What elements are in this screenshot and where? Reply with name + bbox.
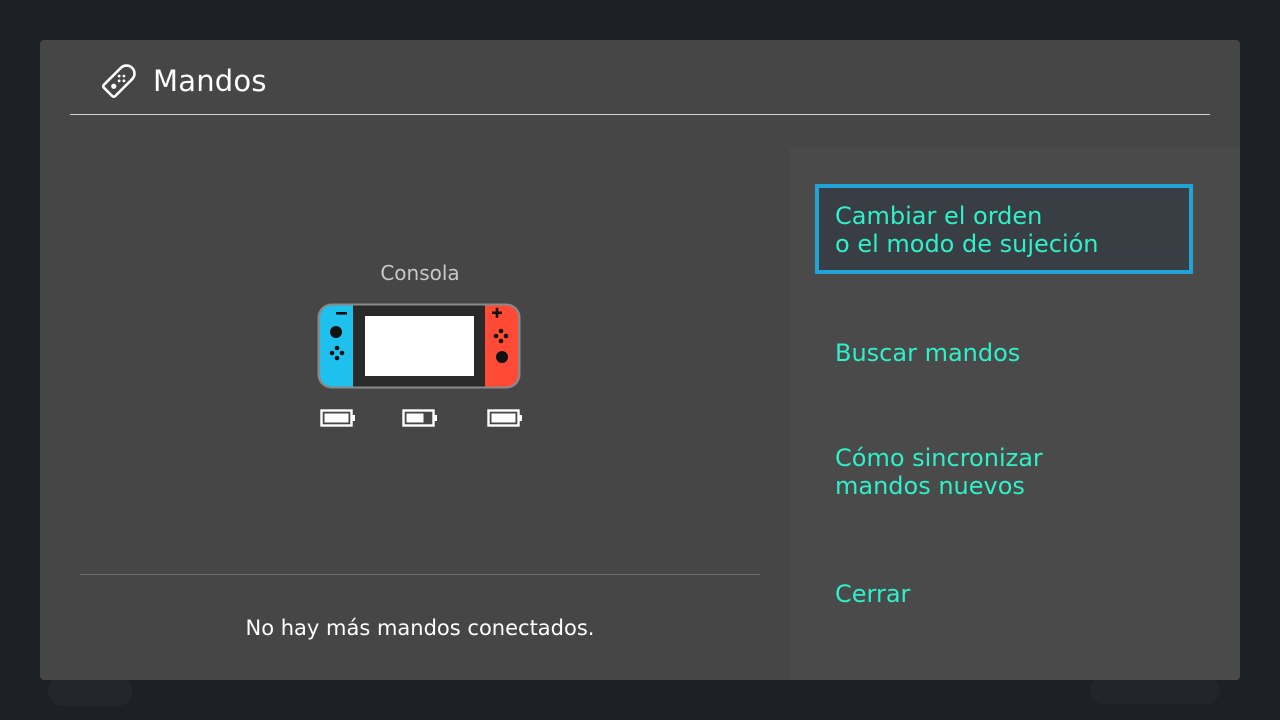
console-screen xyxy=(365,316,474,376)
background-hint-left xyxy=(48,676,132,706)
right-joycon xyxy=(485,305,518,387)
change-grip-order-button[interactable]: Cambiar el orden o el modo de sujeción xyxy=(815,184,1193,274)
menu-item-label: mandos nuevos xyxy=(835,472,1025,500)
menu-item-label: Cerrar xyxy=(835,580,911,608)
menu-item-label: Cambiar el orden xyxy=(835,202,1043,230)
options-menu: Cambiar el orden o el modo de sujeción B… xyxy=(790,148,1240,680)
menu-item-label: Cómo sincronizar xyxy=(835,444,1043,472)
joycon-icon xyxy=(96,60,140,104)
battery-left-icon xyxy=(320,409,355,427)
dialog-header: Mandos xyxy=(70,40,1210,115)
status-message: No hay más mandos conectados. xyxy=(245,616,595,640)
battery-right-icon xyxy=(487,409,522,427)
close-button[interactable]: Cerrar xyxy=(835,580,1215,608)
battery-console-icon xyxy=(402,409,437,427)
search-controllers-button[interactable]: Buscar mandos xyxy=(835,339,1215,367)
menu-item-label: Buscar mandos xyxy=(835,339,1021,367)
console-illustration xyxy=(317,303,521,389)
background-hint-right xyxy=(1090,676,1220,704)
dialog-title: Mandos xyxy=(153,64,267,98)
status-divider xyxy=(80,574,760,575)
controllers-dialog: Mandos Consola No hay más mandos conecta… xyxy=(40,40,1240,680)
how-to-pair-button[interactable]: Cómo sincronizar mandos nuevos xyxy=(835,444,1215,500)
console-label: Consola xyxy=(380,261,460,285)
menu-item-label: o el modo de sujeción xyxy=(835,230,1099,258)
